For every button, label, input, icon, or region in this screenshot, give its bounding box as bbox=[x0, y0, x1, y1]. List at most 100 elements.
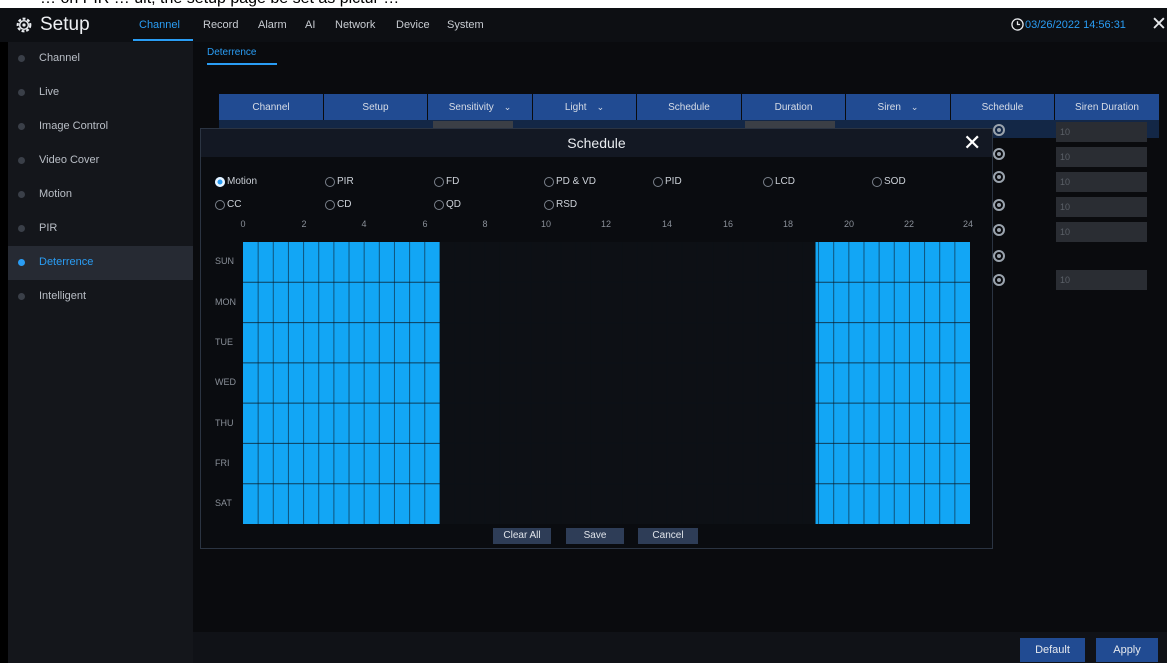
hour-label: 20 bbox=[843, 219, 854, 229]
column-header-channel: Channel bbox=[219, 94, 324, 120]
radio-icon bbox=[544, 200, 554, 210]
sidebar-item-label: Deterrence bbox=[39, 256, 94, 268]
siren-duration-input[interactable]: 10 bbox=[1056, 147, 1147, 167]
sidebar-item-pir[interactable]: PIR bbox=[8, 212, 193, 246]
sidebar-bullet-icon bbox=[18, 293, 25, 300]
top-bar: Setup Channel Record Alarm AI Network De… bbox=[0, 8, 1167, 42]
radio-icon bbox=[872, 177, 882, 187]
sidebar-bullet-icon bbox=[18, 157, 25, 164]
hour-label: 14 bbox=[661, 219, 672, 229]
gear-icon bbox=[16, 17, 32, 33]
sidebar-item-label: Live bbox=[39, 86, 60, 98]
hour-label: 22 bbox=[903, 219, 914, 229]
schedule-gear-button[interactable] bbox=[993, 274, 1005, 286]
close-icon[interactable]: ✕ bbox=[1151, 13, 1167, 36]
schedule-gear-button[interactable] bbox=[993, 124, 1005, 136]
dialog-title: Schedule bbox=[567, 135, 626, 151]
column-header-setup: Setup bbox=[324, 94, 428, 120]
column-header-sensitivity[interactable]: Sensitivity ⌄ bbox=[428, 94, 533, 120]
sidebar-item-intelligent[interactable]: Intelligent bbox=[8, 280, 193, 314]
schedule-gear-button[interactable] bbox=[993, 199, 1005, 211]
siren-duration-input[interactable]: 10 bbox=[1056, 270, 1147, 290]
hour-label: 8 bbox=[482, 219, 488, 229]
chevron-down-icon[interactable]: ⌄ bbox=[597, 102, 605, 113]
schedule-block-1[interactable] bbox=[243, 242, 440, 524]
siren-duration-input[interactable]: 10 bbox=[1056, 222, 1147, 242]
dialog-header: Schedule ✕ bbox=[201, 129, 992, 157]
sidebar-item-channel[interactable]: Channel bbox=[8, 42, 193, 76]
menu-alarm[interactable]: Alarm bbox=[258, 19, 287, 31]
sidebar-item-label: PIR bbox=[39, 222, 58, 234]
radio-icon bbox=[434, 200, 444, 210]
sidebar-bullet-icon bbox=[18, 225, 25, 232]
sidebar-bullet-icon bbox=[18, 259, 25, 266]
schedule-grid[interactable] bbox=[243, 242, 970, 524]
radio-icon bbox=[544, 177, 554, 187]
hour-label: 16 bbox=[722, 219, 733, 229]
menu-device[interactable]: Device bbox=[396, 19, 430, 31]
menu-record[interactable]: Record bbox=[203, 19, 238, 31]
chevron-down-icon[interactable]: ⌄ bbox=[504, 102, 512, 113]
radio-icon bbox=[325, 200, 335, 210]
menu-channel[interactable]: Channel bbox=[139, 19, 180, 31]
sidebar-item-video-cover[interactable]: Video Cover bbox=[8, 144, 193, 178]
sidebar-item-label: Video Cover bbox=[39, 154, 100, 166]
column-header-light[interactable]: Light ⌄ bbox=[533, 94, 637, 120]
column-header-duration: Duration bbox=[742, 94, 846, 120]
radio-icon bbox=[763, 177, 773, 187]
menu-active-underline bbox=[133, 39, 193, 41]
radio-selected-icon bbox=[215, 177, 225, 187]
siren-duration-input[interactable]: 10 bbox=[1056, 122, 1147, 142]
hour-label: 18 bbox=[782, 219, 793, 229]
sidebar-bullet-icon bbox=[18, 123, 25, 130]
caption-fragment: … on PIR … ult, the setup page be set as… bbox=[0, 0, 1167, 8]
radio-icon bbox=[215, 200, 225, 210]
hour-label: 12 bbox=[600, 219, 611, 229]
cancel-button[interactable]: Cancel bbox=[638, 528, 698, 544]
radio-icon bbox=[653, 177, 663, 187]
sidebar-item-label: Image Control bbox=[39, 120, 109, 132]
save-button[interactable]: Save bbox=[566, 528, 624, 544]
apply-button[interactable]: Apply bbox=[1096, 638, 1158, 662]
day-label: WED bbox=[215, 377, 236, 387]
siren-duration-input[interactable]: 10 bbox=[1056, 197, 1147, 217]
table-header: Channel Setup Sensitivity ⌄ Light ⌄ Schedu… bbox=[219, 94, 1159, 120]
menu-network[interactable]: Network bbox=[335, 19, 375, 31]
sidebar-item-label: Motion bbox=[39, 188, 73, 200]
subtab-underline bbox=[207, 63, 277, 65]
close-icon[interactable]: ✕ bbox=[963, 130, 981, 156]
sidebar: Channel Live Image Control Video Cover M… bbox=[8, 42, 193, 663]
sidebar-item-deterrence[interactable]: Deterrence bbox=[8, 246, 193, 280]
datetime: 03/26/2022 14:56:31 bbox=[1025, 19, 1126, 31]
schedule-gear-button[interactable] bbox=[993, 148, 1005, 160]
clear-all-button[interactable]: Clear All bbox=[493, 528, 551, 544]
day-label: THU bbox=[215, 418, 234, 428]
hour-label: 24 bbox=[962, 219, 973, 229]
menu-system[interactable]: System bbox=[447, 19, 484, 31]
hour-label: 10 bbox=[540, 219, 551, 229]
column-header-schedule: Schedule bbox=[637, 94, 742, 120]
day-label: SUN bbox=[215, 256, 235, 266]
default-button[interactable]: Default bbox=[1020, 638, 1085, 662]
sidebar-item-label: Channel bbox=[39, 52, 80, 64]
column-header-siren-schedule: Schedule bbox=[951, 94, 1055, 120]
chevron-down-icon[interactable]: ⌄ bbox=[911, 102, 919, 113]
sidebar-item-live[interactable]: Live bbox=[8, 76, 193, 110]
siren-duration-input[interactable]: 10 bbox=[1056, 172, 1147, 192]
schedule-gear-button[interactable] bbox=[993, 224, 1005, 236]
sidebar-bullet-icon bbox=[18, 191, 25, 198]
column-header-siren[interactable]: Siren ⌄ bbox=[846, 94, 951, 120]
schedule-gear-button[interactable] bbox=[993, 171, 1005, 183]
hour-label: 4 bbox=[361, 219, 367, 229]
sidebar-item-motion[interactable]: Motion bbox=[8, 178, 193, 212]
day-label: TUE bbox=[215, 337, 233, 347]
schedule-gear-button[interactable] bbox=[993, 250, 1005, 262]
day-label: SAT bbox=[215, 498, 232, 508]
sidebar-bullet-icon bbox=[18, 89, 25, 96]
schedule-block-2[interactable] bbox=[815, 242, 970, 524]
hour-label: 2 bbox=[301, 219, 307, 229]
column-header-siren-duration: Siren Duration bbox=[1055, 94, 1159, 120]
menu-ai[interactable]: AI bbox=[305, 19, 315, 31]
sidebar-bullet-icon bbox=[18, 55, 25, 62]
sidebar-item-image-control[interactable]: Image Control bbox=[8, 110, 193, 144]
